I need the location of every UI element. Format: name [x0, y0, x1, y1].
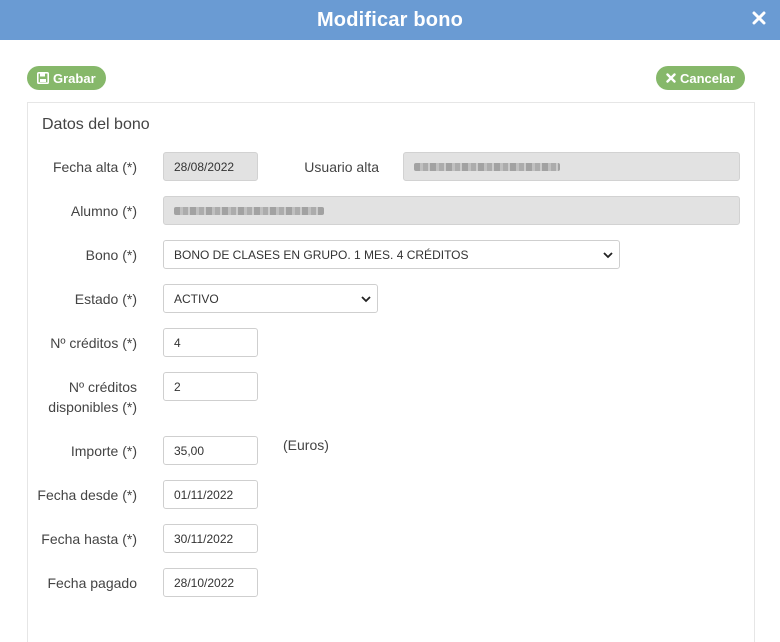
fecha-hasta-label: Fecha hasta (*): [41, 531, 137, 547]
estado-select[interactable]: ACTIVO: [163, 284, 378, 313]
save-button-label: Grabar: [53, 70, 96, 86]
cancel-button[interactable]: Cancelar: [656, 66, 745, 90]
chevron-down-icon: [361, 295, 371, 303]
floppy-disk-icon: [37, 72, 49, 84]
fecha-pagado-input[interactable]: 28/10/2022: [163, 568, 258, 597]
bono-label: Bono (*): [85, 247, 137, 263]
creditos-disponibles-label: Nº créditos disponibles (*): [27, 377, 137, 417]
close-icon[interactable]: [750, 9, 768, 29]
estado-select-value: ACTIVO: [174, 291, 219, 306]
alumno-label: Alumno (*): [70, 203, 137, 219]
dialog-titlebar: Modificar bono: [0, 0, 780, 40]
fecha-hasta-input[interactable]: 30/11/2022: [163, 524, 258, 553]
bono-select[interactable]: BONO DE CLASES EN GRUPO. 1 MES. 4 CRÉDIT…: [163, 240, 620, 269]
redacted-text: [414, 162, 560, 171]
cancel-button-label: Cancelar: [680, 70, 735, 86]
fecha-alta-field: 28/08/2022: [163, 152, 258, 181]
fecha-pagado-label: Fecha pagado: [47, 575, 137, 591]
importe-input[interactable]: 35,00: [163, 436, 258, 465]
save-button[interactable]: Grabar: [27, 66, 106, 90]
alumno-field: [163, 196, 740, 225]
dialog-title: Modificar bono: [316, 8, 464, 31]
importe-label: Importe (*): [70, 443, 137, 459]
bono-select-value: BONO DE CLASES EN GRUPO. 1 MES. 4 CRÉDIT…: [174, 247, 469, 262]
fecha-desde-input[interactable]: 01/11/2022: [163, 480, 258, 509]
fecha-desde-label: Fecha desde (*): [37, 487, 137, 503]
close-icon: [666, 73, 676, 83]
creditos-label: Nº créditos (*): [50, 335, 137, 351]
creditos-disponibles-label-line2: disponibles (*): [48, 399, 137, 415]
fecha-alta-label: Fecha alta (*): [52, 159, 137, 175]
creditos-disponibles-label-line1: Nº créditos: [68, 379, 137, 395]
importe-unit: (Euros): [283, 437, 329, 453]
form-panel: [27, 102, 755, 642]
usuario-alta-field: [403, 152, 740, 181]
estado-label: Estado (*): [74, 291, 137, 307]
usuario-alta-label: Usuario alta: [304, 159, 379, 175]
redacted-text: [174, 206, 324, 215]
chevron-down-icon: [603, 251, 613, 259]
creditos-input[interactable]: 4: [163, 328, 258, 357]
creditos-disponibles-input[interactable]: 2: [163, 372, 258, 401]
section-title: Datos del bono: [42, 116, 150, 133]
